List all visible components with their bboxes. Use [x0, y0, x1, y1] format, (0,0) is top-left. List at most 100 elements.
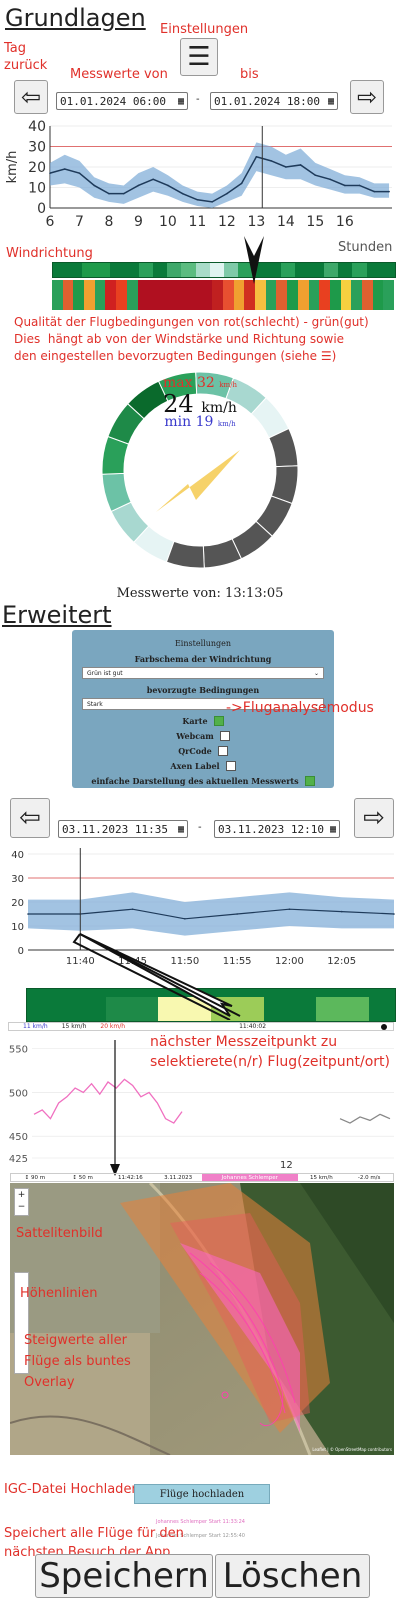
data-point [226, 192, 228, 195]
color-segment [212, 280, 223, 310]
wind-arrow-icon [156, 450, 240, 512]
arrow-right-icon: ⇨ [356, 83, 378, 111]
data-point [27, 913, 29, 915]
settings-annotation: Einstellungen [160, 22, 249, 37]
color-segment [287, 280, 298, 310]
y-tick-label: 30 [11, 874, 24, 885]
y-tick-label: 20 [11, 898, 24, 909]
y-tick-label: 450 [9, 1132, 28, 1143]
zoom-in-button[interactable]: + [15, 1189, 28, 1201]
color-segment [323, 263, 338, 277]
save-button[interactable]: Speichern [35, 1554, 213, 1598]
color-segment [368, 997, 395, 1021]
altitude-chart[interactable]: 550 500 450 425 [0, 1034, 400, 1164]
color-segment [351, 280, 362, 310]
color-segment [201, 280, 213, 310]
calendar-icon: ▦ [177, 823, 184, 835]
x-tick-label: 11 [188, 214, 206, 230]
arrow-left-icon: ⇦ [19, 803, 41, 833]
map-checkbox[interactable] [213, 715, 224, 726]
quality-bar[interactable] [52, 280, 394, 310]
color-segment [361, 280, 373, 310]
upload-flights-button[interactable]: Flüge hochladen [134, 1484, 270, 1504]
qrcode-checkbox[interactable] [217, 745, 228, 756]
color-segment [265, 280, 277, 310]
x-tick-label: 13 [247, 214, 265, 230]
zoom-control[interactable]: + − [14, 1188, 29, 1216]
igc-upload-annotation: IGC-Datei Hochladen [4, 1482, 140, 1497]
webcam-checkbox[interactable] [219, 730, 230, 741]
prev-range-button[interactable]: ⇦ [10, 798, 50, 838]
color-segment [276, 280, 288, 310]
to-datetime-input-2[interactable]: 03.11.2023 12:10 ▦ [214, 820, 340, 838]
color-segment [295, 263, 310, 277]
calendar-icon: ▦ [329, 823, 336, 835]
basics-title: Grundlagen [5, 4, 146, 32]
color-segment [266, 263, 281, 277]
next-range-button[interactable]: ⇨ [354, 798, 394, 838]
color-segment [366, 263, 381, 277]
values-from-annotation: Messwerte von [70, 67, 168, 82]
prev-day-button[interactable]: ⇦ [14, 80, 48, 114]
data-point [93, 184, 96, 187]
data-point [299, 164, 302, 166]
color-segment [124, 263, 139, 277]
settings-title: Einstellungen [174, 639, 232, 648]
wind-direction-bar[interactable] [52, 262, 396, 278]
data-point [358, 184, 361, 187]
data-point [340, 910, 343, 913]
next-day-button[interactable]: ⇨ [350, 80, 384, 114]
measurement-timestamp: Messwerte von: 13:13:05 [116, 586, 284, 601]
x-tick-label: 7 [75, 214, 84, 230]
color-segment [316, 997, 343, 1021]
color-segment [169, 280, 181, 310]
hamburger-icon: ☰ [187, 42, 211, 72]
y-tick-label: 30 [28, 140, 46, 156]
to-datetime-input[interactable]: 01.01.2024 18:00 ▦ [210, 92, 338, 110]
preferred-label: bevorzugte Bedingungen [146, 684, 260, 695]
data-point [314, 174, 317, 176]
from-datetime-input-2[interactable]: 03.11.2023 11:35 ▦ [58, 820, 188, 838]
map-info-item: -2.0 m/s [357, 1175, 381, 1181]
data-point [236, 913, 238, 915]
data-point [152, 178, 154, 181]
map-info-item: ↕ 90 m [24, 1175, 46, 1181]
y-tick-label: 20 [28, 160, 46, 176]
range-separator: - [196, 94, 200, 105]
y-tick-label: 425 [9, 1154, 28, 1164]
qrcode-option: QrCode [82, 743, 324, 758]
color-segment [62, 280, 74, 310]
color-scheme-select[interactable]: Grün ist gut ⌄ [82, 667, 324, 679]
gauge-max: max 32 km/h [162, 375, 237, 391]
color-segment [53, 263, 68, 277]
color-segment [94, 280, 106, 310]
y-tick-label: 0 [18, 946, 24, 957]
delete-button[interactable]: Löschen [215, 1554, 370, 1598]
until-annotation: bis [240, 67, 259, 82]
from-datetime-input[interactable]: 01.01.2024 06:00 ▦ [56, 92, 188, 110]
y-tick-label: 550 [9, 1045, 28, 1056]
axis-label-checkbox[interactable] [225, 760, 236, 771]
data-point [270, 160, 272, 162]
zoom-out-button[interactable]: − [15, 1201, 28, 1213]
data-point [211, 201, 213, 203]
x-tick-label: 15 [306, 214, 324, 230]
data-point [285, 166, 287, 168]
simple-display-checkbox[interactable] [304, 775, 315, 786]
data-point [329, 178, 331, 181]
chevron-down-icon: ⌄ [313, 669, 319, 677]
y-tick-label: 10 [11, 922, 24, 933]
color-segment [281, 263, 296, 277]
color-segment [95, 263, 110, 277]
color-segment [297, 280, 309, 310]
color-segment [27, 997, 54, 1021]
color-segment [73, 280, 85, 310]
climb-overlay-annotation: Steigwerte aller Flüge als buntes Overla… [24, 1333, 131, 1390]
satellite-map[interactable]: Leaflet | © OpenStreetMap contributors [10, 1183, 394, 1455]
settings-menu-button[interactable]: ☰ [180, 38, 218, 76]
color-segment [148, 280, 159, 310]
color-segment [338, 263, 353, 277]
data-point [181, 192, 184, 195]
color-segment [319, 280, 330, 310]
arrow-left-icon: ⇦ [20, 83, 42, 111]
